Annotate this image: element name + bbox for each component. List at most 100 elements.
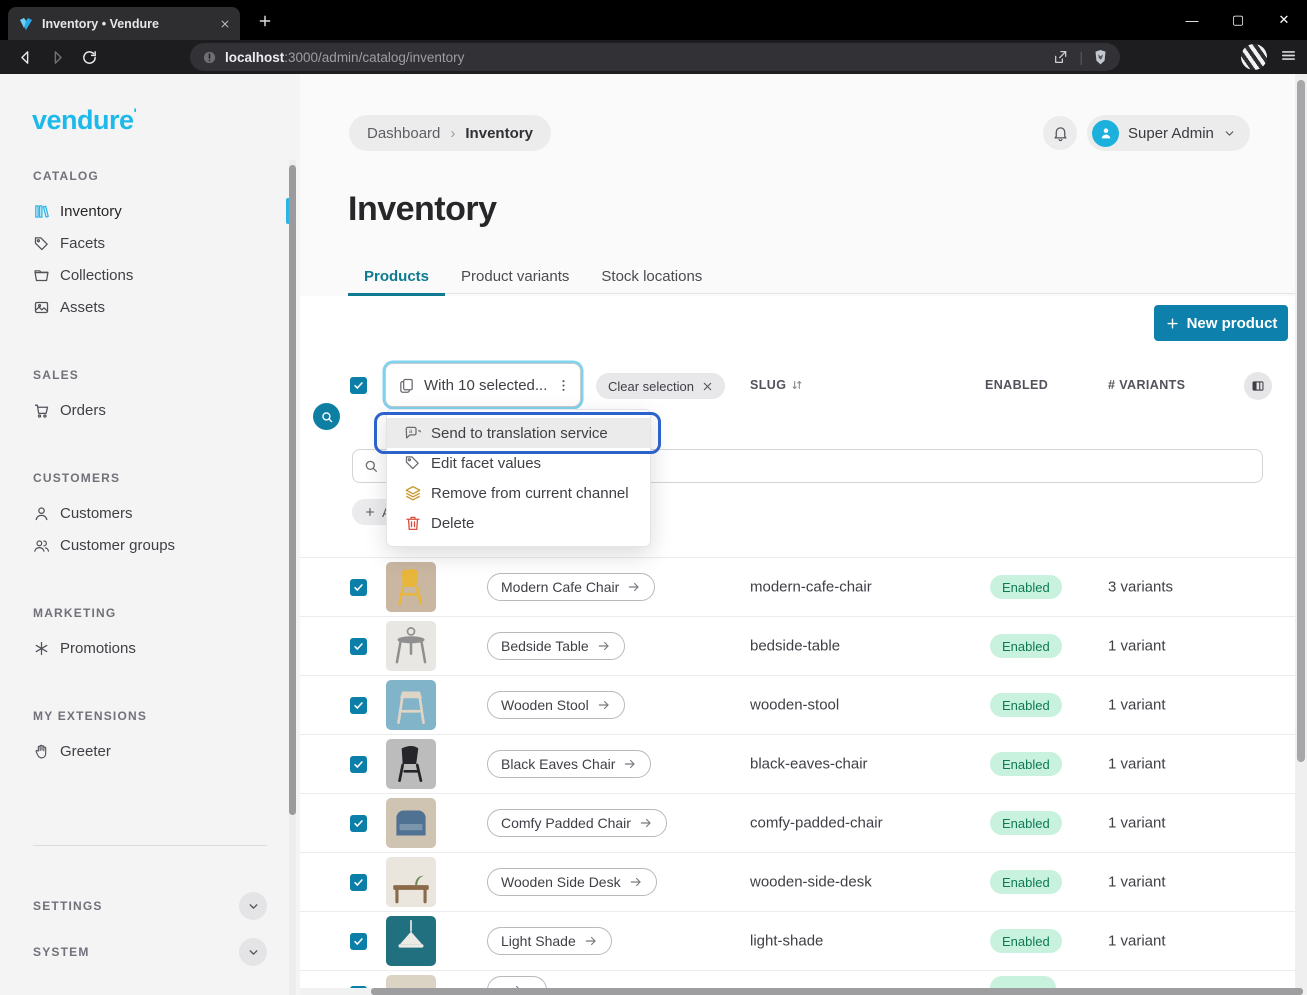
vertical-scrollbar[interactable] <box>1295 74 1307 988</box>
chevron-down-icon[interactable] <box>239 892 267 920</box>
browser-profile-avatar[interactable] <box>1241 44 1267 70</box>
search-fab-button[interactable] <box>313 403 340 430</box>
table-row: Light Shade light-shade Enabled 1 varian… <box>300 911 1295 970</box>
site-info-icon[interactable] <box>202 50 217 65</box>
column-header-slug[interactable]: SLUG <box>750 378 804 392</box>
status-badge: Enabled <box>990 752 1062 776</box>
row-checkbox[interactable] <box>350 579 367 596</box>
user-avatar <box>1092 120 1119 147</box>
menu-item-send-to-translation-service[interactable]: a Send to translation service <box>387 418 650 448</box>
image-icon <box>33 299 50 316</box>
tab-products[interactable]: Products <box>348 260 445 293</box>
sidebar-item-orders[interactable]: Orders <box>0 394 290 426</box>
row-checkbox[interactable] <box>350 638 367 655</box>
minimize-icon[interactable]: — <box>1169 0 1215 40</box>
product-thumbnail <box>386 621 436 671</box>
arrow-right-icon <box>627 580 641 594</box>
column-header-variants: # VARIANTS <box>1108 378 1185 392</box>
new-product-button[interactable]: New product <box>1154 305 1288 341</box>
product-name-link[interactable]: Light Shade <box>487 927 612 955</box>
sidebar-item-promotions[interactable]: Promotions <box>0 632 290 664</box>
chevron-down-icon[interactable] <box>239 938 267 966</box>
menu-item-edit-facet-values[interactable]: Edit facet values <box>387 448 650 478</box>
back-icon[interactable] <box>12 44 38 70</box>
tab-product-variants[interactable]: Product variants <box>445 260 585 293</box>
arrow-right-icon <box>597 698 611 712</box>
column-settings-button[interactable] <box>1244 372 1272 400</box>
breadcrumb[interactable]: Dashboard › Inventory <box>349 115 551 151</box>
translate-icon: a <box>404 424 422 442</box>
arrow-right-icon <box>584 934 598 948</box>
breadcrumb-dashboard[interactable]: Dashboard <box>367 125 440 142</box>
product-name-link[interactable]: Wooden Side Desk <box>487 868 657 896</box>
reload-icon[interactable] <box>76 44 102 70</box>
product-name-link[interactable]: Wooden Stool <box>487 691 625 719</box>
sort-icon <box>790 378 804 392</box>
menu-item-delete[interactable]: Delete <box>387 508 650 538</box>
user-menu[interactable]: Super Admin <box>1087 115 1250 151</box>
browser-tab[interactable]: Inventory • Vendure <box>8 7 240 40</box>
product-slug: wooden-side-desk <box>750 874 872 891</box>
chevron-down-icon <box>1223 127 1236 140</box>
main-content: Dashboard › Inventory Super Admin Invent… <box>300 74 1307 995</box>
sidebar-section-settings[interactable]: SETTINGS <box>33 892 267 920</box>
sidebar-item-assets[interactable]: Assets <box>0 291 290 323</box>
sidebar-section-system[interactable]: SYSTEM <box>33 938 267 966</box>
sidebar-scrollbar[interactable] <box>289 160 296 995</box>
tab-stock-locations[interactable]: Stock locations <box>585 260 718 293</box>
arrow-right-icon <box>639 816 653 830</box>
sidebar-nav: CATALOG Inventory Facets Collections Ass… <box>0 169 290 812</box>
sidebar-item-inventory[interactable]: Inventory <box>0 195 290 227</box>
share-icon[interactable] <box>1053 49 1069 65</box>
sidebar-item-collections[interactable]: Collections <box>0 259 290 291</box>
row-checkbox[interactable] <box>350 756 367 773</box>
url-bar[interactable]: localhost:3000/admin/catalog/inventory | <box>190 43 1120 71</box>
row-checkbox[interactable] <box>350 933 367 950</box>
status-badge: Enabled <box>990 693 1062 717</box>
brave-shields-icon[interactable] <box>1093 49 1108 66</box>
table-row: Wooden Stool wooden-stool Enabled 1 vari… <box>300 675 1295 734</box>
product-name-link[interactable]: Comfy Padded Chair <box>487 809 667 837</box>
product-name-link[interactable]: Bedside Table <box>487 632 625 660</box>
new-tab-icon[interactable] <box>254 10 276 32</box>
close-icon[interactable]: ✕ <box>1261 0 1307 40</box>
select-all-checkbox[interactable] <box>350 377 367 394</box>
product-slug: comfy-padded-chair <box>750 815 883 832</box>
bulk-actions-menu: a Send to translation service Edit facet… <box>386 409 651 547</box>
kebab-icon <box>556 378 571 393</box>
sidebar-item-customer-groups[interactable]: Customer groups <box>0 529 290 561</box>
sidebar-section: MY EXTENSIONS Greeter <box>0 709 290 767</box>
row-checkbox[interactable] <box>350 815 367 832</box>
sidebar-item-greeter[interactable]: Greeter <box>0 735 290 767</box>
sidebar-item-customers[interactable]: Customers <box>0 497 290 529</box>
bulk-actions-button[interactable]: With 10 selected... <box>385 363 581 407</box>
tab-close-icon[interactable] <box>220 19 230 29</box>
user-icon <box>33 505 50 522</box>
variant-count: 1 variant <box>1108 756 1166 773</box>
inventory-icon <box>33 203 50 220</box>
browser-menu-icon[interactable] <box>1280 47 1297 64</box>
table-row: Comfy Padded Chair comfy-padded-chair En… <box>300 793 1295 852</box>
product-slug: black-eaves-chair <box>750 756 868 773</box>
product-thumbnail <box>386 680 436 730</box>
sidebar-item-facets[interactable]: Facets <box>0 227 290 259</box>
horizontal-scrollbar[interactable] <box>300 988 1307 995</box>
maximize-icon[interactable]: ▢ <box>1215 0 1261 40</box>
clear-selection-button[interactable]: Clear selection <box>596 373 725 399</box>
product-thumbnail <box>386 916 436 966</box>
forward-icon[interactable] <box>44 44 70 70</box>
product-thumbnail <box>386 562 436 612</box>
status-badge: Enabled <box>990 870 1062 894</box>
sidebar-divider <box>33 845 267 846</box>
promotions-icon <box>33 640 50 657</box>
notifications-button[interactable] <box>1043 116 1077 150</box>
layers-icon <box>404 484 422 502</box>
product-name-link[interactable]: Modern Cafe Chair <box>487 573 655 601</box>
bulk-actions-label: With 10 selected... <box>424 377 547 394</box>
product-name-link[interactable]: Black Eaves Chair <box>487 750 651 778</box>
tag-icon <box>404 454 422 472</box>
row-checkbox[interactable] <box>350 697 367 714</box>
folder-icon <box>33 267 50 284</box>
menu-item-remove-from-current-channel[interactable]: Remove from current channel <box>387 478 650 508</box>
row-checkbox[interactable] <box>350 874 367 891</box>
